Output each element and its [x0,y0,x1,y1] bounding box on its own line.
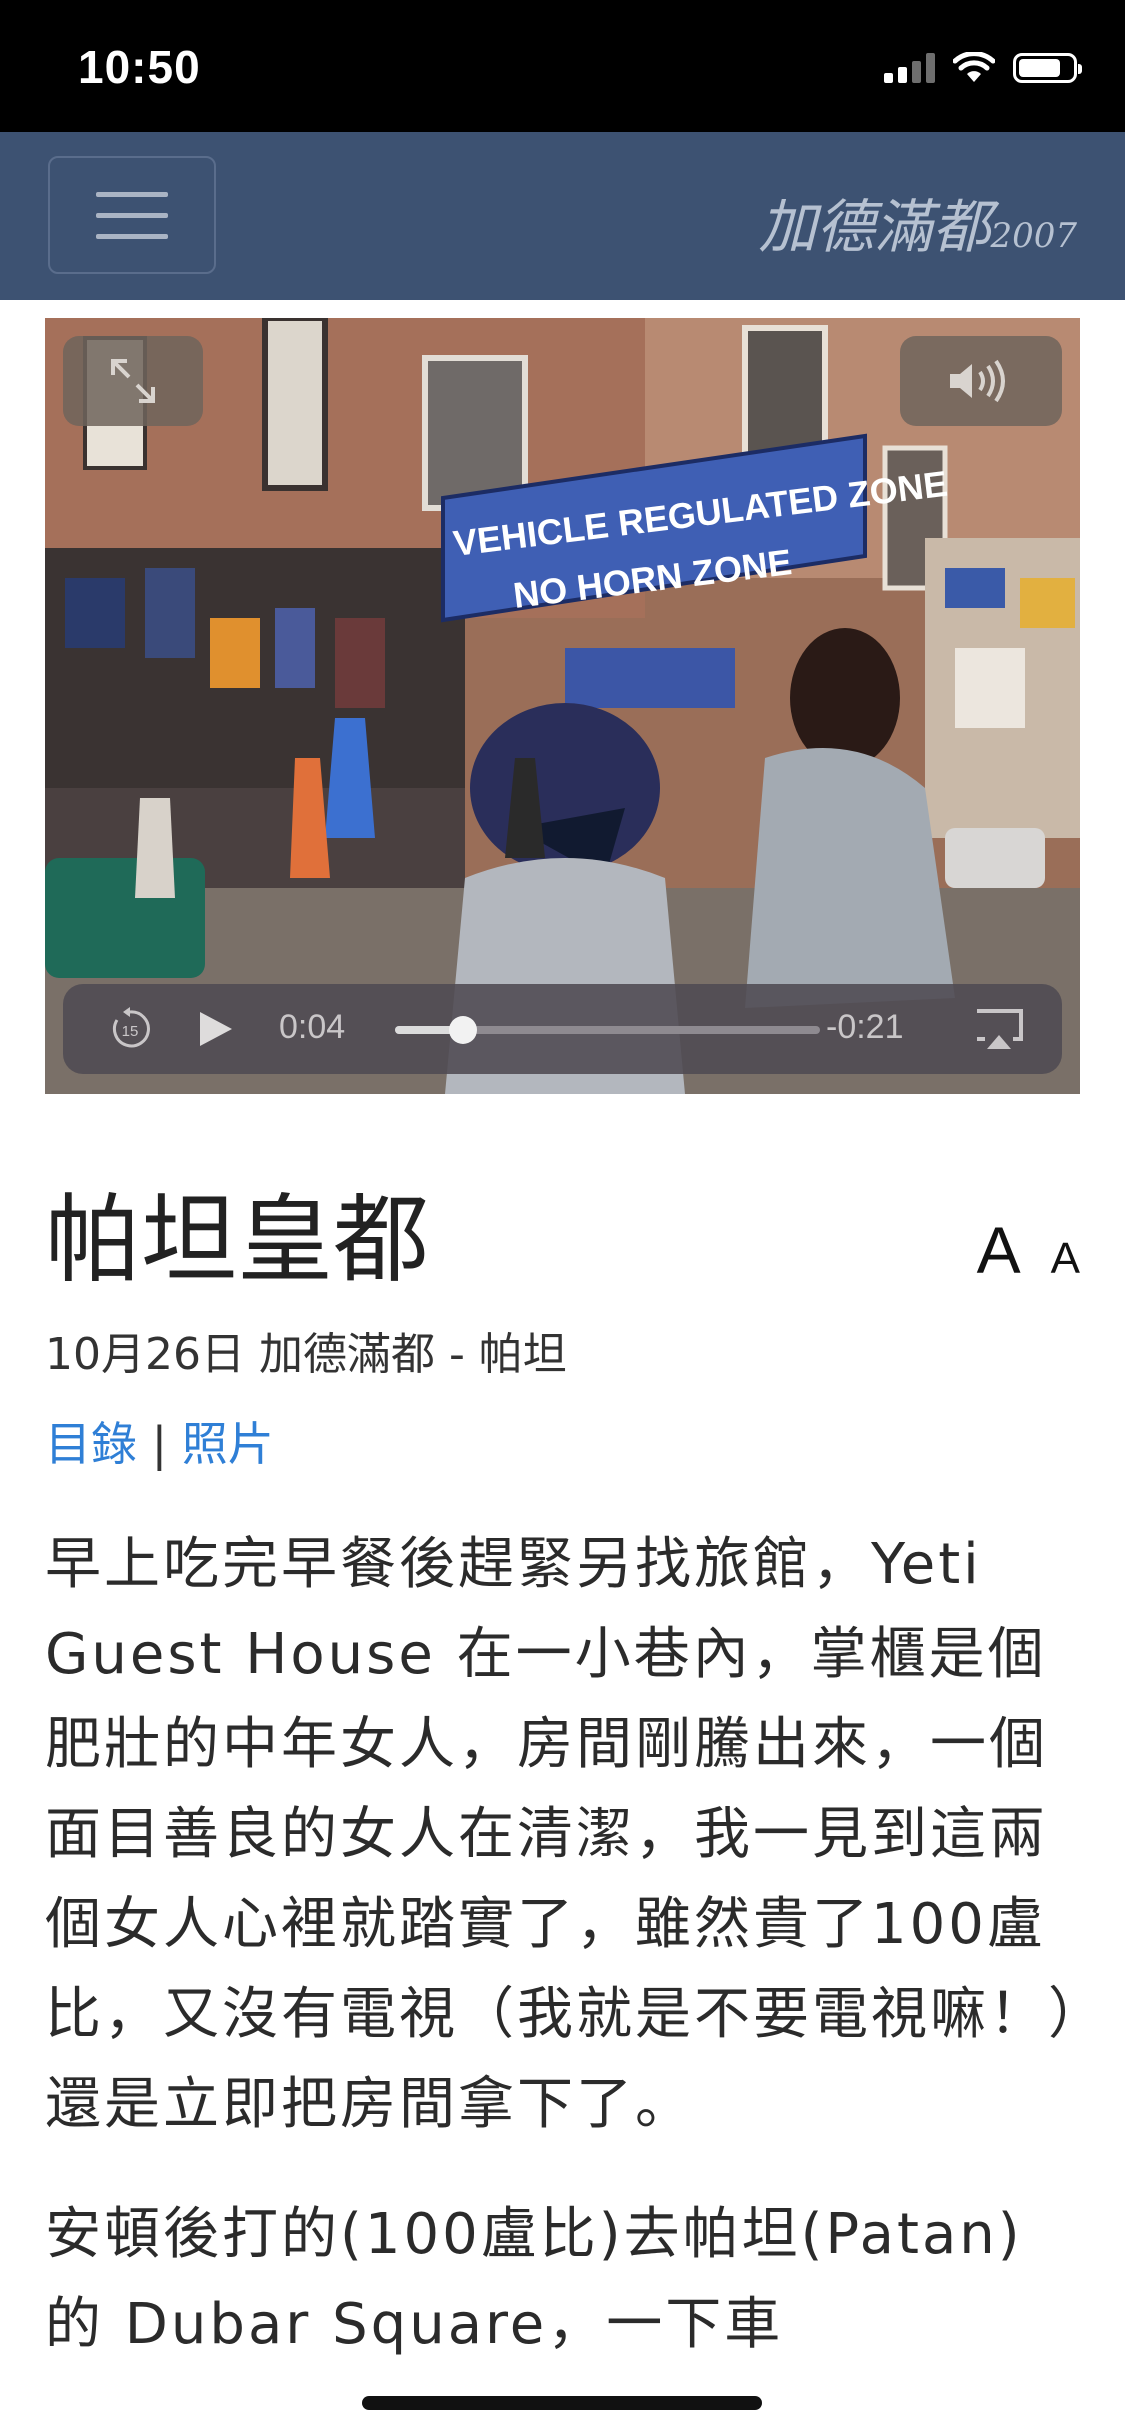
font-larger-button[interactable]: A [977,1212,1021,1288]
progress-thumb[interactable] [449,1016,477,1044]
article-paragraph: 安頓後打的(100盧比)去帕坦(Patan) 的 Dubar Square，一下… [45,2202,1023,2357]
article-links: 目錄 | 照片 [45,1408,274,1474]
link-separator: | [151,1417,168,1471]
article-title: 帕坦皇都 [45,1184,429,1296]
airplay-icon [977,1009,1023,1049]
play-icon [200,1012,232,1046]
home-indicator[interactable] [362,2396,762,2410]
airplay-button[interactable] [969,984,1029,1074]
video-frame: VEHICLE REGULATED ZONE NO HORN ZONE [45,318,1080,1094]
battery-icon [1013,53,1082,83]
fullscreen-button[interactable] [63,336,203,426]
site-brand[interactable]: 加德滿都2007 [758,180,1077,264]
toc-link[interactable]: 目錄 [45,1417,137,1471]
status-icons [884,48,1082,88]
status-time: 10:50 [78,41,201,93]
svg-text:15: 15 [122,1023,139,1040]
font-smaller-button[interactable]: A [1051,1234,1080,1284]
article-body: 早上吃完早餐後趕緊另找旅館，Yeti Guest House 在一小巷內，掌櫃是… [45,1520,1080,2410]
cellular-signal-icon [884,53,935,83]
rewind-15-button[interactable]: 15 [103,984,157,1074]
expand-icon [111,359,155,403]
article-paragraph: 早上吃完早餐後趕緊另找旅館，Yeti Guest House 在一小巷內，掌櫃是… [45,1532,1079,2137]
remaining-time: -0:21 [826,1008,904,1046]
progress-slider[interactable] [395,1016,820,1044]
video-controls: 15 0:04 -0:21 [63,984,1062,1074]
hamburger-menu-icon [96,191,168,197]
elapsed-time: 0:04 [279,1008,346,1046]
font-size-controls: A A [977,1212,1080,1288]
volume-button[interactable] [900,336,1062,426]
article: 帕坦皇都 A A 10月26日 加德滿都 - 帕坦 目錄 | 照片 早上吃完早餐… [45,1170,1080,2357]
brand-year: 2007 [990,216,1077,256]
wifi-icon [953,52,995,82]
photos-link[interactable]: 照片 [182,1417,274,1471]
status-bar: 10:50 [0,0,1125,132]
video-player[interactable]: VEHICLE REGULATED ZONE NO HORN ZONE 15 0… [45,318,1080,1094]
play-button[interactable] [191,984,241,1074]
top-navbar: 加德滿都2007 [0,132,1125,300]
volume-icon [950,359,1005,403]
hamburger-menu-button[interactable] [48,156,216,274]
rewind-15-icon: 15 [112,1007,150,1048]
brand-title: 加德滿都 [758,193,991,261]
article-meta: 10月26日 加德滿都 - 帕坦 [45,1329,567,1380]
